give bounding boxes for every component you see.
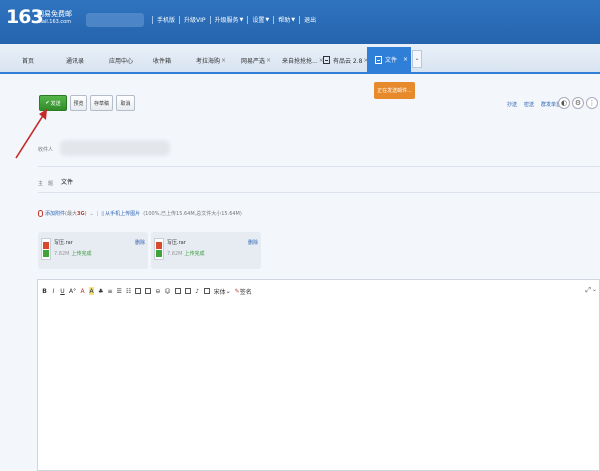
annotation-arrow (15, 109, 47, 159)
